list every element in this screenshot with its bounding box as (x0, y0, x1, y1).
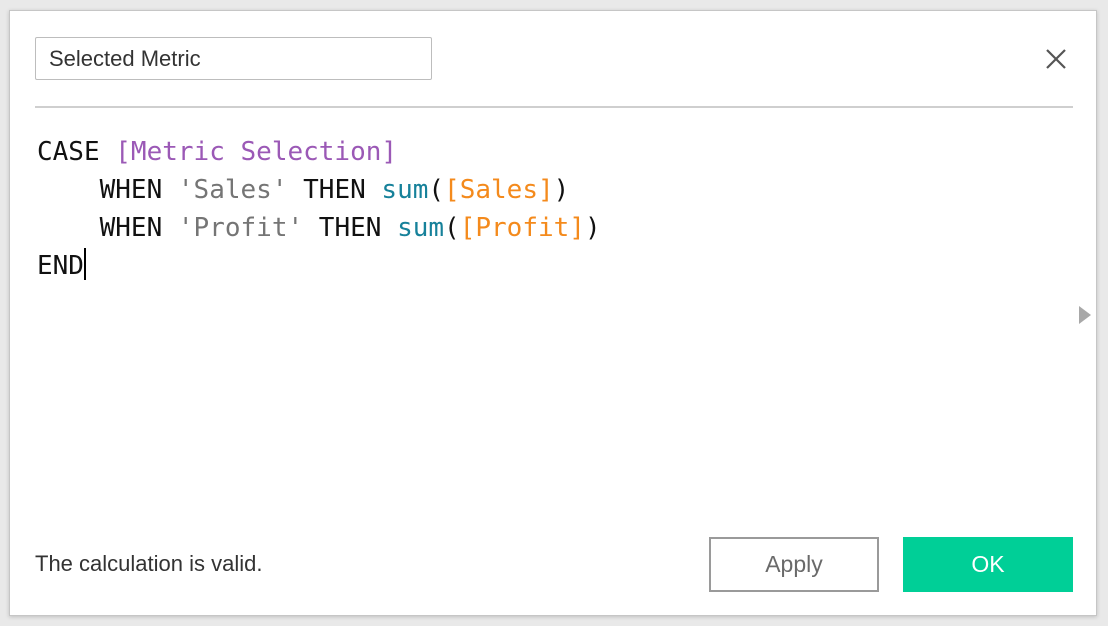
code-keyword: WHEN (99, 213, 163, 243)
code-punctuation: ) (584, 213, 601, 243)
code-punctuation: ( (444, 213, 460, 243)
text-caret (83, 248, 86, 280)
code-line[interactable]: CASE [Metric Selection] (37, 133, 1067, 171)
close-x-icon (1046, 49, 1066, 69)
code-keyword: END (37, 251, 84, 281)
code-string-literal: 'Profit' (177, 213, 304, 243)
triangle-right-icon (1079, 306, 1091, 324)
code-string-literal: 'Sales' (177, 175, 288, 205)
code-parameter-field: [Metric Selection] (115, 137, 398, 167)
code-line[interactable]: WHEN 'Profit' THEN sum([Profit]) (37, 209, 1067, 247)
calculation-dialog: CASE [Metric Selection] WHEN 'Sales' THE… (9, 10, 1097, 616)
close-button[interactable] (1043, 46, 1069, 72)
code-keyword: THEN (303, 175, 366, 205)
code-punctuation: ( (428, 175, 445, 205)
code-punctuation: ) (553, 175, 570, 205)
ok-button[interactable]: OK (903, 537, 1073, 592)
code-keyword: CASE (37, 137, 100, 167)
code-keyword: WHEN (99, 175, 163, 205)
code-field: [Sales] (444, 175, 554, 205)
code-function: sum (381, 175, 429, 205)
validation-status: The calculation is valid. (35, 551, 263, 576)
calculation-name-input[interactable] (35, 37, 432, 80)
expand-functions-panel-button[interactable] (1078, 305, 1092, 325)
header-divider (35, 106, 1073, 108)
code-keyword: THEN (318, 213, 382, 243)
code-line[interactable]: END (37, 247, 1067, 285)
code-field: [Profit] (459, 213, 585, 243)
code-line[interactable]: WHEN 'Sales' THEN sum([Sales]) (37, 171, 1067, 209)
code-function: sum (397, 213, 445, 243)
apply-button[interactable]: Apply (709, 537, 879, 592)
formula-editor[interactable]: CASE [Metric Selection] WHEN 'Sales' THE… (37, 133, 1067, 513)
